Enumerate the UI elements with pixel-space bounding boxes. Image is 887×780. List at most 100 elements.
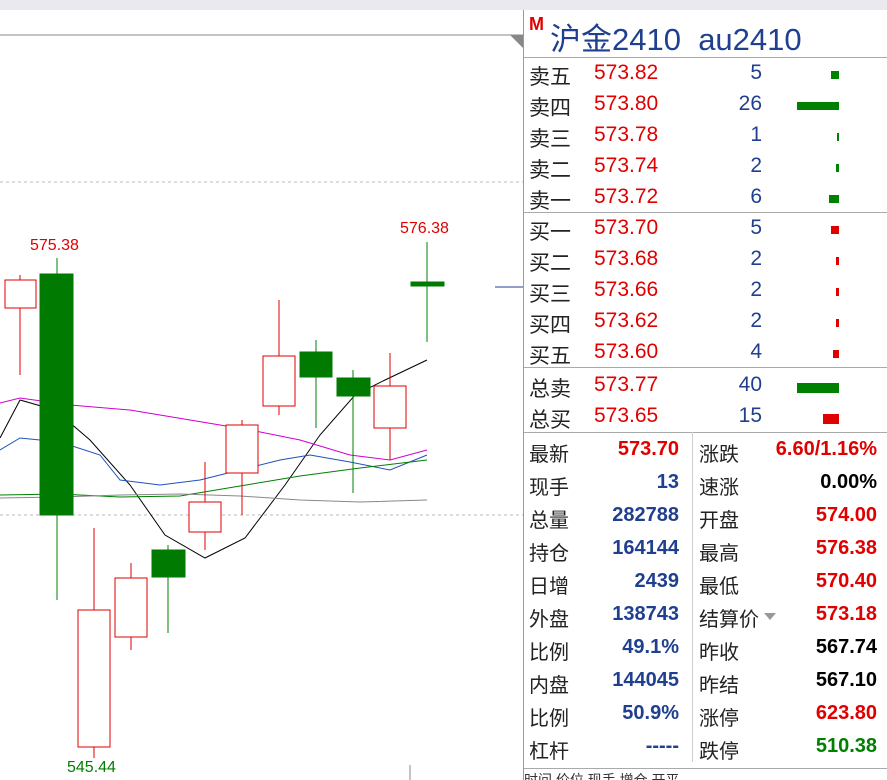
stat-label: 最低 bbox=[699, 576, 739, 598]
sell-level-price[interactable]: 573.78 bbox=[594, 123, 658, 147]
candle bbox=[4, 275, 37, 375]
totals-level-volume: 40 bbox=[738, 373, 762, 396]
candle bbox=[114, 563, 148, 650]
sell-level-price[interactable]: 573.80 bbox=[594, 92, 658, 116]
quote-stats: 最新 573.70 涨跌 6.60/1.16% 现手 13 速涨 0.00% 总量 282788 开… bbox=[524, 432, 887, 770]
buy-level-row[interactable]: 买四 573.62 2 bbox=[524, 306, 887, 337]
low-price-label: 545.44 bbox=[67, 759, 116, 776]
buy-level-label: 买五 bbox=[529, 345, 571, 368]
stat-value: ----- bbox=[645, 735, 679, 757]
candle bbox=[410, 242, 445, 342]
stat-value: 567.74 bbox=[815, 636, 877, 658]
sell-level-volume: 26 bbox=[738, 92, 762, 115]
buy-level-label: 买三 bbox=[529, 283, 571, 306]
stat-row: 最新 573.70 涨跌 6.60/1.16% bbox=[524, 434, 887, 467]
totals-volume-bar bbox=[797, 383, 839, 393]
buy-level-row[interactable]: 买一 573.70 5 bbox=[524, 213, 887, 244]
stat-label: 持仓 bbox=[529, 543, 569, 565]
stat-row: 现手 13 速涨 0.00% bbox=[524, 467, 887, 500]
sell-level-volume: 5 bbox=[750, 61, 762, 84]
candle bbox=[188, 462, 222, 550]
candle bbox=[77, 528, 111, 758]
stat-value: 144045 bbox=[612, 669, 679, 691]
sell-level-row[interactable]: 卖四 573.80 26 bbox=[524, 89, 887, 120]
buy-level-row[interactable]: 买二 573.68 2 bbox=[524, 244, 887, 275]
stat-label: 比例 bbox=[529, 708, 569, 730]
buy-level-price[interactable]: 573.68 bbox=[594, 247, 658, 271]
total-buy-row[interactable]: 总买 573.65 15 bbox=[524, 401, 887, 432]
stat-label: 昨结 bbox=[699, 675, 739, 697]
totals-level-label: 总卖 bbox=[529, 378, 571, 401]
sell-level-label: 卖五 bbox=[529, 66, 571, 89]
buy-volume-bar bbox=[832, 350, 839, 358]
sell-level-price[interactable]: 573.74 bbox=[594, 154, 658, 178]
buy-level-price[interactable]: 573.62 bbox=[594, 309, 658, 333]
instrument-name[interactable]: 沪金2410 au2410 bbox=[550, 14, 802, 59]
stat-value: 567.10 bbox=[815, 669, 877, 691]
stat-label: 总量 bbox=[529, 510, 569, 532]
stat-label[interactable]: 结算价 bbox=[699, 603, 759, 632]
sell-level-label: 卖三 bbox=[529, 128, 571, 151]
stat-row: 内盘 144045 昨结 567.10 bbox=[524, 665, 887, 698]
stat-row: 比例 50.9% 涨停 623.80 bbox=[524, 698, 887, 731]
buy-level-volume: 2 bbox=[750, 309, 762, 332]
sell-level-row[interactable]: 卖三 573.78 1 bbox=[524, 120, 887, 151]
buy-level-row[interactable]: 买五 573.60 4 bbox=[524, 337, 887, 368]
stat-label: 开盘 bbox=[699, 510, 739, 532]
stat-label: 日增 bbox=[529, 576, 569, 598]
totals-level-label: 总买 bbox=[529, 409, 571, 432]
sell-level-row[interactable]: 卖五 573.82 5 bbox=[524, 58, 887, 89]
tick-table-header: 时间 价位 现手 增仓 开平 bbox=[524, 772, 680, 780]
candle bbox=[299, 340, 333, 428]
sell-volume-bar bbox=[831, 71, 839, 79]
stat-label: 杠杆 bbox=[529, 741, 569, 763]
stat-label: 速涨 bbox=[699, 477, 739, 499]
divider bbox=[524, 768, 887, 769]
buy-level-price[interactable]: 573.70 bbox=[594, 216, 658, 240]
sell-level-row[interactable]: 卖一 573.72 6 bbox=[524, 182, 887, 213]
stat-value: 282788 bbox=[612, 504, 679, 526]
stat-value: 13 bbox=[656, 471, 679, 493]
stat-value: 573.18 bbox=[815, 603, 877, 625]
stat-row: 外盘 138743 结算价 573.18 bbox=[524, 599, 887, 632]
top-bar bbox=[0, 0, 887, 10]
buy-volume-bar bbox=[835, 288, 839, 296]
candle bbox=[336, 370, 371, 493]
buy-level-price[interactable]: 573.66 bbox=[594, 278, 658, 302]
totals-level-price[interactable]: 573.77 bbox=[594, 373, 658, 397]
buy-volume-bar bbox=[831, 226, 839, 234]
buy-volume-bar bbox=[835, 257, 839, 265]
high-price-label: 576.38 bbox=[400, 220, 449, 237]
sell-level-price[interactable]: 573.72 bbox=[594, 185, 658, 209]
stat-row: 持仓 164144 最高 576.38 bbox=[524, 533, 887, 566]
total-sell-row[interactable]: 总卖 573.77 40 bbox=[524, 370, 887, 401]
kline-chart[interactable]: 575.38 576.38 545.44 bbox=[0, 10, 523, 780]
buy-level-price[interactable]: 573.60 bbox=[594, 340, 658, 364]
stat-value: 570.40 bbox=[815, 570, 877, 592]
sell-volume-bar bbox=[837, 133, 839, 141]
sell-level-row[interactable]: 卖二 573.74 2 bbox=[524, 151, 887, 182]
buy-level-row[interactable]: 买三 573.66 2 bbox=[524, 275, 887, 306]
buy-level-volume: 2 bbox=[750, 278, 762, 301]
stat-row: 日增 2439 最低 570.40 bbox=[524, 566, 887, 599]
sell-volume-bar bbox=[829, 195, 839, 203]
stat-value: 49.1% bbox=[622, 636, 679, 658]
buy-level-label: 买二 bbox=[529, 252, 571, 275]
stat-row: 比例 49.1% 昨收 567.74 bbox=[524, 632, 887, 665]
stat-label: 内盘 bbox=[529, 675, 569, 697]
stat-value: 623.80 bbox=[815, 702, 877, 724]
stat-row: 杠杆 ----- 跌停 510.38 bbox=[524, 731, 887, 764]
sell-level-price[interactable]: 573.82 bbox=[594, 61, 658, 85]
totals-volume-bar bbox=[823, 414, 839, 424]
totals-level-price[interactable]: 573.65 bbox=[594, 404, 658, 428]
buy-level-volume: 5 bbox=[750, 216, 762, 239]
quote-panel: M 沪金2410 au2410 卖五 573.82 5 卖四 573.80 26 卖三 573… bbox=[523, 10, 887, 780]
instrument-title: M 沪金2410 au2410 bbox=[524, 10, 887, 57]
stat-value: 573.70 bbox=[617, 438, 679, 460]
candle bbox=[39, 258, 74, 600]
stat-value: 164144 bbox=[612, 537, 679, 559]
kline-chart-canvas[interactable] bbox=[0, 10, 523, 780]
chevron-down-icon[interactable] bbox=[764, 613, 776, 620]
sell-level-volume: 2 bbox=[750, 154, 762, 177]
stat-value: 50.9% bbox=[622, 702, 679, 724]
